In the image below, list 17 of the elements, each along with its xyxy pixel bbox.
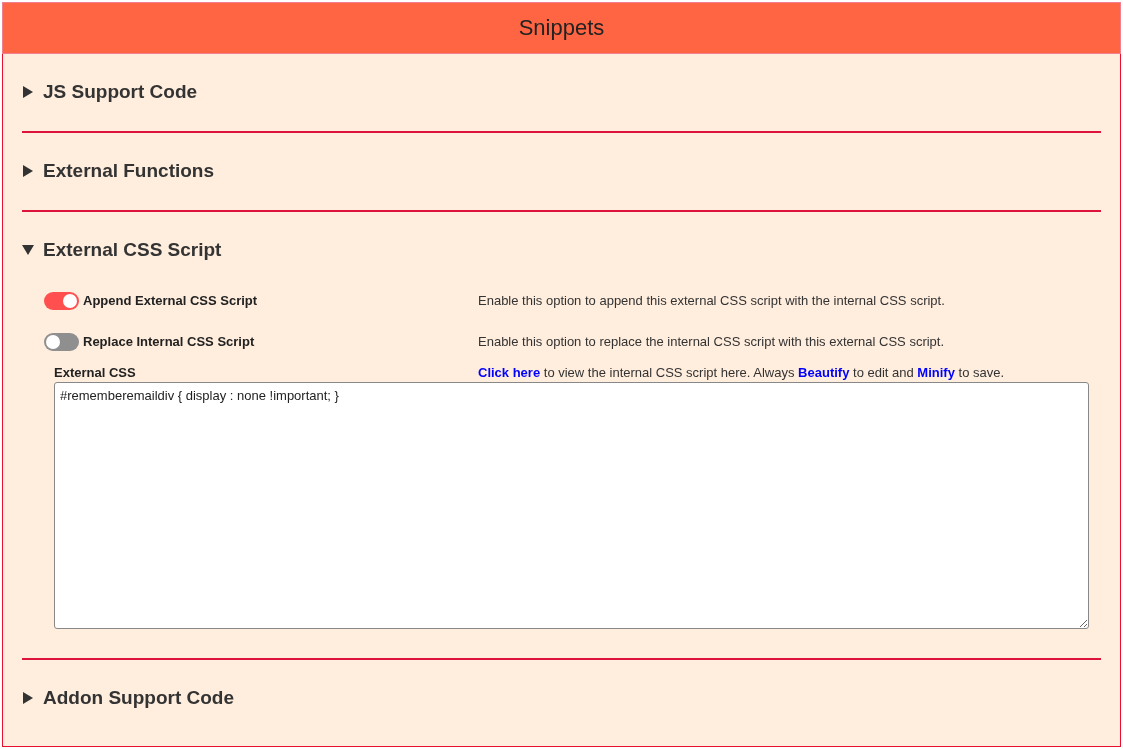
section-header[interactable]: External Functions	[22, 160, 215, 182]
toggle-switch[interactable]	[44, 291, 79, 310]
text-link[interactable]: Minify	[917, 365, 955, 380]
option-label: Append External CSS Script	[83, 293, 258, 308]
panel-title: Snippets	[518, 15, 605, 41]
text-link[interactable]: Click here	[478, 365, 541, 380]
option-label: Replace Internal CSS Script	[83, 334, 255, 349]
help-text: Click here to view the internal CSS script here. Always Beautify to edit and Minify to save.	[478, 365, 1006, 380]
option-description: Enable this option to replace the internal CSS script with this external CSS script.	[478, 334, 946, 349]
section-header[interactable]: External CSS Script	[22, 239, 222, 261]
section-header[interactable]: Addon Support Code	[22, 687, 235, 709]
toggle-switch[interactable]	[44, 332, 79, 351]
field-label: External CSS	[54, 365, 137, 380]
section-header[interactable]: JS Support Code	[22, 81, 198, 103]
code-editor-field[interactable]: #rememberemaildiv { display : none !important; }	[54, 382, 1089, 629]
option-description: Enable this option to append this external CSS script with the internal CSS script.	[478, 293, 946, 308]
text-link[interactable]: Beautify	[798, 365, 850, 380]
